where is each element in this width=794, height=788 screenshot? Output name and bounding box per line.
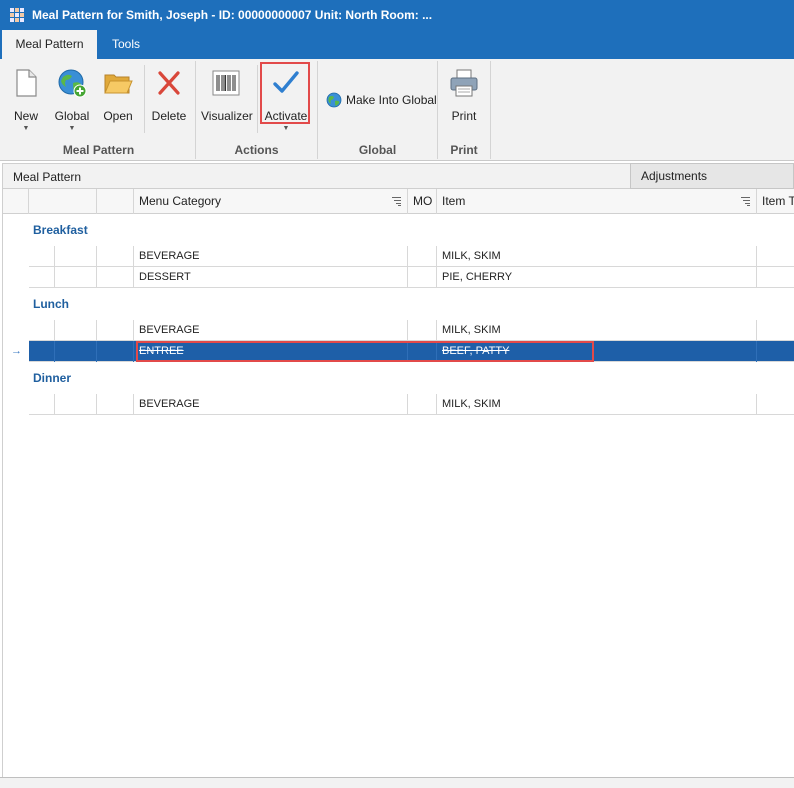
tab-tools[interactable]: Tools — [97, 30, 155, 59]
dropdown-caret-icon: ▼ — [22, 125, 30, 132]
globe-icon — [326, 92, 342, 108]
visualizer-button[interactable]: Visualizer — [201, 63, 253, 133]
row-cell[interactable] — [97, 341, 134, 362]
item-type-cell[interactable] — [757, 246, 794, 267]
open-button[interactable]: Open — [97, 63, 139, 133]
dropdown-caret-icon: ▼ — [282, 125, 290, 132]
item-type-header-label: Item T — [762, 194, 794, 208]
grid-header: Menu Category MO Item Item T — [3, 189, 794, 214]
globe-add-icon — [58, 69, 87, 98]
row-cell[interactable] — [55, 394, 97, 415]
selected-row-highlight-box — [136, 341, 594, 362]
item-type-cell[interactable] — [757, 267, 794, 288]
row-cell[interactable] — [29, 267, 55, 288]
delete-button[interactable]: Delete — [148, 63, 190, 133]
window-title: Meal Pattern for Smith, Joseph - ID: 000… — [32, 8, 433, 22]
sort-icon[interactable] — [741, 197, 750, 206]
activate-highlight-box — [260, 62, 310, 124]
status-strip — [0, 777, 794, 788]
visualizer-label: Visualizer — [201, 109, 253, 123]
table-row[interactable]: BEVERAGE MILK, SKIM — [29, 320, 794, 341]
new-document-icon — [16, 69, 37, 97]
group-label-global: Global — [358, 143, 397, 157]
menu-category-cell[interactable]: BEVERAGE — [134, 320, 408, 341]
table-row[interactable]: DESSERT PIE, CHERRY — [29, 267, 794, 288]
delete-x-icon — [158, 71, 180, 95]
group-row-dinner[interactable]: Dinner — [3, 362, 71, 394]
row-cell[interactable] — [29, 394, 55, 415]
row-cell[interactable] — [55, 267, 97, 288]
meal-pattern-grid: Menu Category MO Item Item T Breakfast B… — [2, 189, 794, 778]
new-button[interactable]: New ▼ — [5, 63, 47, 133]
make-into-global-button[interactable]: Make Into Global — [326, 90, 437, 110]
row-cell[interactable] — [55, 320, 97, 341]
divider — [257, 65, 258, 133]
mo-header-label: MO — [413, 194, 433, 208]
print-label: Print — [451, 109, 477, 123]
current-row-arrow-icon: → — [11, 345, 22, 357]
global-label: Global — [54, 109, 90, 123]
item-type-cell[interactable] — [757, 341, 794, 362]
row-cell[interactable] — [55, 246, 97, 267]
mo-cell[interactable] — [408, 267, 437, 288]
delete-label: Delete — [151, 109, 187, 123]
tab-meal-pattern[interactable]: Meal Pattern — [2, 30, 97, 59]
dropdown-caret-icon: ▼ — [68, 125, 76, 132]
global-button[interactable]: Global ▼ — [50, 63, 94, 133]
header-mo[interactable]: MO — [408, 189, 437, 214]
row-cell[interactable] — [97, 320, 134, 341]
tab-adjustments[interactable]: Adjustments — [630, 163, 794, 189]
menu-category-cell[interactable]: BEVERAGE — [134, 246, 408, 267]
item-cell[interactable]: MILK, SKIM — [437, 394, 757, 415]
item-cell[interactable]: MILK, SKIM — [437, 320, 757, 341]
header-blank-column[interactable] — [29, 189, 97, 214]
sort-icon[interactable] — [392, 197, 401, 206]
item-cell[interactable]: PIE, CHERRY — [437, 267, 757, 288]
mo-cell[interactable] — [408, 246, 437, 267]
panel-title: Meal Pattern — [13, 170, 82, 184]
group-row-breakfast[interactable]: Breakfast — [3, 214, 88, 246]
group-label-meal-pattern: Meal Pattern — [62, 143, 135, 157]
ribbon: New ▼ Global ▼ Open Delete Visualizer Ac… — [0, 59, 794, 161]
print-button[interactable]: Print — [442, 63, 486, 133]
folder-open-icon — [104, 74, 133, 94]
header-item-type[interactable]: Item T — [757, 189, 794, 214]
item-type-cell[interactable] — [757, 320, 794, 341]
row-cell[interactable] — [97, 267, 134, 288]
item-type-cell[interactable] — [757, 394, 794, 415]
group-divider — [490, 61, 491, 159]
row-cell[interactable] — [29, 320, 55, 341]
mo-cell[interactable] — [408, 394, 437, 415]
header-indicator-column — [3, 189, 29, 214]
new-label: New — [13, 109, 38, 123]
group-label-actions: Actions — [234, 143, 279, 157]
group-label-print: Print — [450, 143, 478, 157]
header-menu-category[interactable]: Menu Category — [134, 189, 408, 214]
item-cell[interactable]: MILK, SKIM — [437, 246, 757, 267]
mo-cell[interactable] — [408, 320, 437, 341]
menu-category-cell[interactable]: DESSERT — [134, 267, 408, 288]
printer-icon — [450, 69, 478, 97]
row-cell[interactable] — [97, 394, 134, 415]
header-blank-column[interactable] — [97, 189, 134, 214]
divider — [144, 65, 145, 133]
barcode-icon — [212, 70, 240, 96]
menu-category-header-label: Menu Category — [139, 194, 222, 208]
make-into-global-label: Make Into Global — [346, 93, 437, 107]
row-cell[interactable] — [29, 246, 55, 267]
row-cell[interactable] — [29, 341, 55, 362]
header-item[interactable]: Item — [437, 189, 757, 214]
open-label: Open — [103, 109, 133, 123]
group-row-lunch[interactable]: Lunch — [3, 288, 69, 320]
title-bar: Meal Pattern for Smith, Joseph - ID: 000… — [0, 0, 794, 30]
menu-category-cell[interactable]: BEVERAGE — [134, 394, 408, 415]
row-cell[interactable] — [55, 341, 97, 362]
item-header-label: Item — [442, 194, 466, 208]
row-cell[interactable] — [97, 246, 134, 267]
ribbon-tab-strip: Meal Pattern Tools — [0, 30, 794, 59]
table-row[interactable]: BEVERAGE MILK, SKIM — [29, 394, 794, 415]
table-row[interactable]: BEVERAGE MILK, SKIM — [29, 246, 794, 267]
app-grid-icon — [10, 8, 24, 22]
